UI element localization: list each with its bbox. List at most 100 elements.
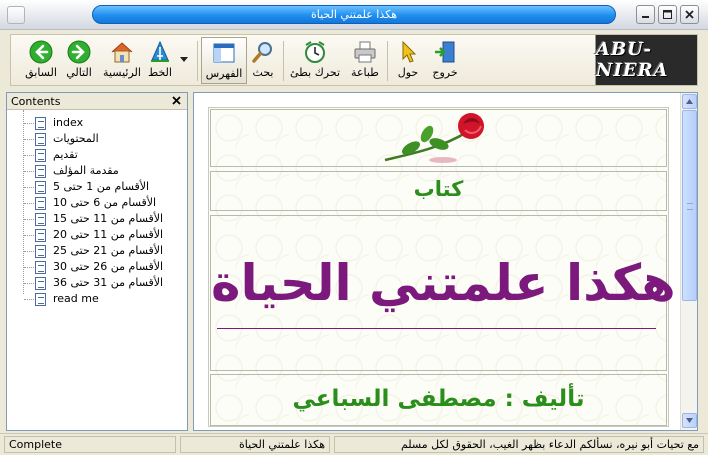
chevron-down-icon <box>686 418 693 423</box>
book-cover: كتاب هكذا علمتني الحياة تأليف : مصطفى ال… <box>208 107 676 427</box>
chevron-down-icon <box>180 57 188 62</box>
magnifier-icon <box>252 42 272 63</box>
font-button[interactable]: الخط <box>145 37 175 79</box>
document-icon <box>35 149 46 162</box>
brand-logo: ABU-NIERA <box>595 35 697 85</box>
document-icon <box>35 181 46 194</box>
window-icon[interactable] <box>7 6 25 24</box>
home-label: الرئيسية <box>103 66 141 79</box>
tree-item-label: الأقسام من 31 حتى 36 <box>53 276 164 289</box>
tree-item[interactable]: read me <box>7 291 187 307</box>
contents-tree: index المحتويات تقديم مقدمة المؤلف الأقس… <box>7 110 187 307</box>
tree-item-label: الأقسام من 21 حتى 25 <box>53 244 164 257</box>
tree-item[interactable]: الأقسام من 21 حتى 25 <box>7 243 187 259</box>
tree-item[interactable]: تقديم <box>7 147 187 163</box>
tree-item-label: مقدمة المؤلف <box>53 164 119 177</box>
book-author: تأليف : مصطفى السباعي <box>292 386 585 412</box>
close-window-button[interactable] <box>680 5 699 24</box>
print-button[interactable]: طباعة <box>347 37 383 79</box>
minimize-icon <box>642 16 649 18</box>
home-icon <box>111 42 133 63</box>
clock-icon <box>305 41 325 63</box>
tree-item-label: الأقسام من 11 حتى 20 <box>53 228 164 241</box>
book-title: هكذا علمتني الحياة <box>211 254 676 312</box>
contents-panel-header: Contents <box>7 93 187 110</box>
contents-pane-icon <box>213 43 235 63</box>
close-icon <box>172 96 181 105</box>
close-panel-button[interactable] <box>172 93 181 110</box>
tree-item[interactable]: الأقسام من 1 حتى 5 <box>7 179 187 195</box>
toolbar-separator <box>387 41 388 81</box>
search-label: بحث <box>252 66 274 79</box>
tree-item-label: الأقسام من 26 حتى 30 <box>53 260 164 273</box>
vertical-scrollbar[interactable] <box>680 93 697 430</box>
maximize-button[interactable] <box>658 5 677 24</box>
toolbar-separator <box>283 41 284 81</box>
status-state: Complete <box>4 436 176 453</box>
contents-label: الفهرس <box>205 67 243 80</box>
tree-item-label: الأقسام من 1 حتى 5 <box>53 180 150 193</box>
minimize-button[interactable] <box>636 5 655 24</box>
tree-item[interactable]: الأقسام من 11 حتى 15 <box>7 211 187 227</box>
tree-item[interactable]: مقدمة المؤلف <box>7 163 187 179</box>
print-label: طباعة <box>351 66 379 79</box>
tree-item-label: read me <box>53 292 99 305</box>
pointer-icon <box>402 40 417 63</box>
content-view[interactable]: كتاب هكذا علمتني الحياة تأليف : مصطفى ال… <box>193 92 698 431</box>
document-icon <box>35 213 46 226</box>
scroll-up-button[interactable] <box>682 94 697 109</box>
tree-item[interactable]: الأقسام من 26 حتى 30 <box>7 259 187 275</box>
document-icon <box>35 133 46 146</box>
document-icon <box>35 165 46 178</box>
tree-item[interactable]: الأقسام من 11 حتى 20 <box>7 227 187 243</box>
forward-arrow-icon <box>67 40 91 64</box>
toolbar-separator <box>197 41 198 81</box>
document-icon <box>35 229 46 242</box>
rose-icon <box>384 113 484 163</box>
tree-item-label: index <box>53 116 84 129</box>
title-divider <box>217 328 656 329</box>
title-bar: هكذا علمتني الحياة <box>0 0 708 30</box>
document-icon <box>35 245 46 258</box>
maximize-icon <box>663 10 672 19</box>
document-icon <box>35 277 46 290</box>
status-message: مع تحيات أبو نيره، نسألكم الدعاء بظهر ال… <box>334 436 704 453</box>
book-label: كتاب <box>413 177 464 201</box>
scroll-thumb[interactable] <box>682 110 697 301</box>
tree-item[interactable]: index <box>7 115 187 131</box>
tree-item-label: المحتويات <box>53 132 99 145</box>
next-label: التالي <box>66 66 92 79</box>
status-page-title: هكذا علمتني الحياة <box>180 436 330 453</box>
autoscroll-label: تحرك بطئ <box>289 66 341 79</box>
autoscroll-button[interactable]: تحرك بطئ <box>287 37 343 79</box>
next-button[interactable]: التالي <box>61 37 97 79</box>
exit-button[interactable]: خروج <box>427 37 463 79</box>
about-button[interactable]: حول <box>393 37 423 79</box>
author-row: تأليف : مصطفى السباعي <box>210 374 667 426</box>
font-label: الخط <box>148 66 172 79</box>
contents-panel-title: Contents <box>11 95 61 108</box>
back-label: السابق <box>25 66 57 79</box>
search-button[interactable]: بحث <box>249 37 277 79</box>
exit-label: خروج <box>432 66 458 79</box>
toolbar: السابق التالي الرئيسية الخط الفهرس بحث ت… <box>10 34 698 86</box>
tree-item-label: تقديم <box>53 148 78 161</box>
title-row: هكذا علمتني الحياة <box>210 215 676 371</box>
close-icon <box>685 10 694 19</box>
rose-banner <box>210 109 667 167</box>
grip-icon <box>687 203 693 210</box>
font-icon <box>151 40 169 62</box>
contents-panel: Contents index المحتويات تقديم مقدمة الم… <box>6 92 188 431</box>
back-arrow-icon <box>29 40 53 64</box>
font-dropdown-button[interactable] <box>179 53 189 66</box>
tree-item[interactable]: الأقسام من 31 حتى 36 <box>7 275 187 291</box>
back-button[interactable]: السابق <box>23 37 59 79</box>
tree-item[interactable]: المحتويات <box>7 131 187 147</box>
exit-door-icon <box>435 41 455 63</box>
contents-button[interactable]: الفهرس <box>201 37 247 84</box>
tree-item-label: الأقسام من 6 حتى 10 <box>53 196 157 209</box>
window-title: هكذا علمتني الحياة <box>92 5 616 24</box>
tree-item[interactable]: الأقسام من 6 حتى 10 <box>7 195 187 211</box>
home-button[interactable]: الرئيسية <box>99 37 145 79</box>
scroll-down-button[interactable] <box>682 413 697 428</box>
